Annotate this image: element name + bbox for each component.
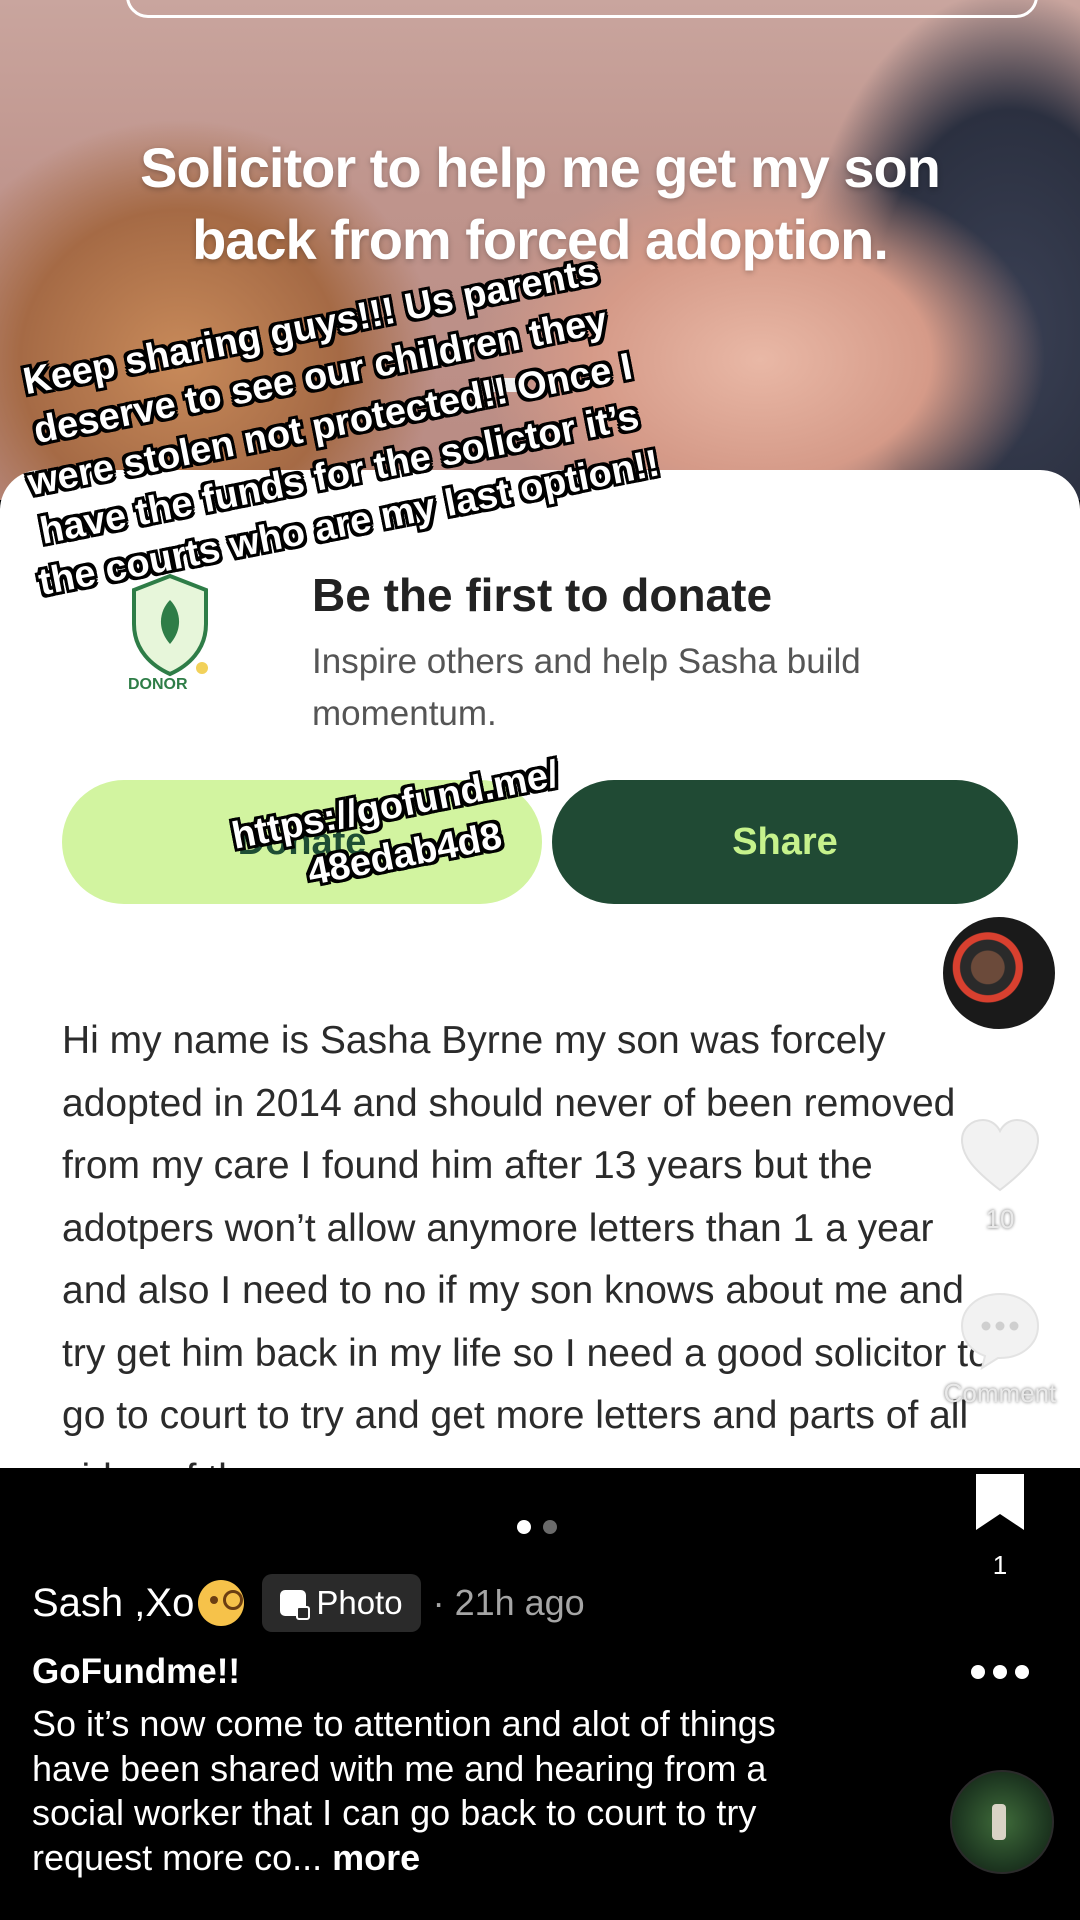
- bookmark-icon[interactable]: [972, 1470, 1028, 1534]
- comment-icon[interactable]: [958, 1290, 1042, 1370]
- photo-page-indicator: [517, 1520, 569, 1539]
- more-options-icon[interactable]: [968, 1656, 1032, 1688]
- post-time: · 21h ago: [432, 1582, 585, 1623]
- first-donor-heading: Be the first to donate: [312, 569, 773, 621]
- photo-type-badge: Photo: [262, 1574, 421, 1632]
- like-count: 10: [985, 1204, 1015, 1234]
- heart-icon[interactable]: [958, 1118, 1042, 1194]
- svg-text:DONOR: DONOR: [128, 676, 188, 690]
- post-meta-row: Sash ,Xo Photo · 21h ago: [32, 1572, 585, 1634]
- post-caption[interactable]: So it’s now come to attention and alot o…: [32, 1702, 832, 1880]
- page-dot-active: [517, 1520, 531, 1534]
- photo-icon: [280, 1590, 311, 1620]
- campaign-story: Hi my name is Sasha Byrne my son was for…: [62, 1019, 990, 1468]
- campaign-frame-edge: [126, 0, 1038, 18]
- author-name[interactable]: Sash ,Xo: [32, 1581, 194, 1626]
- more-link[interactable]: more: [332, 1837, 420, 1878]
- photo-type-label: Photo: [316, 1584, 403, 1621]
- monocle-face-emoji-icon: [198, 1580, 245, 1626]
- campaign-title: Solicitor to help me get my son back fro…: [140, 136, 941, 271]
- share-button[interactable]: Share: [552, 780, 1018, 904]
- comment-label: Comment: [943, 1378, 1057, 1408]
- tiktok-photo-post: Solicitor to help me get my son back fro…: [0, 0, 1080, 1920]
- first-donor-subtitle: Inspire others and help Sasha build mome…: [312, 642, 861, 733]
- page-dot: [543, 1520, 557, 1534]
- save-count: 1: [992, 1550, 1008, 1580]
- sound-disc[interactable]: [950, 1770, 1054, 1874]
- share-button-label: Share: [732, 820, 838, 863]
- post-title: GoFundme!!: [32, 1652, 241, 1691]
- creator-avatar[interactable]: [940, 914, 1058, 1032]
